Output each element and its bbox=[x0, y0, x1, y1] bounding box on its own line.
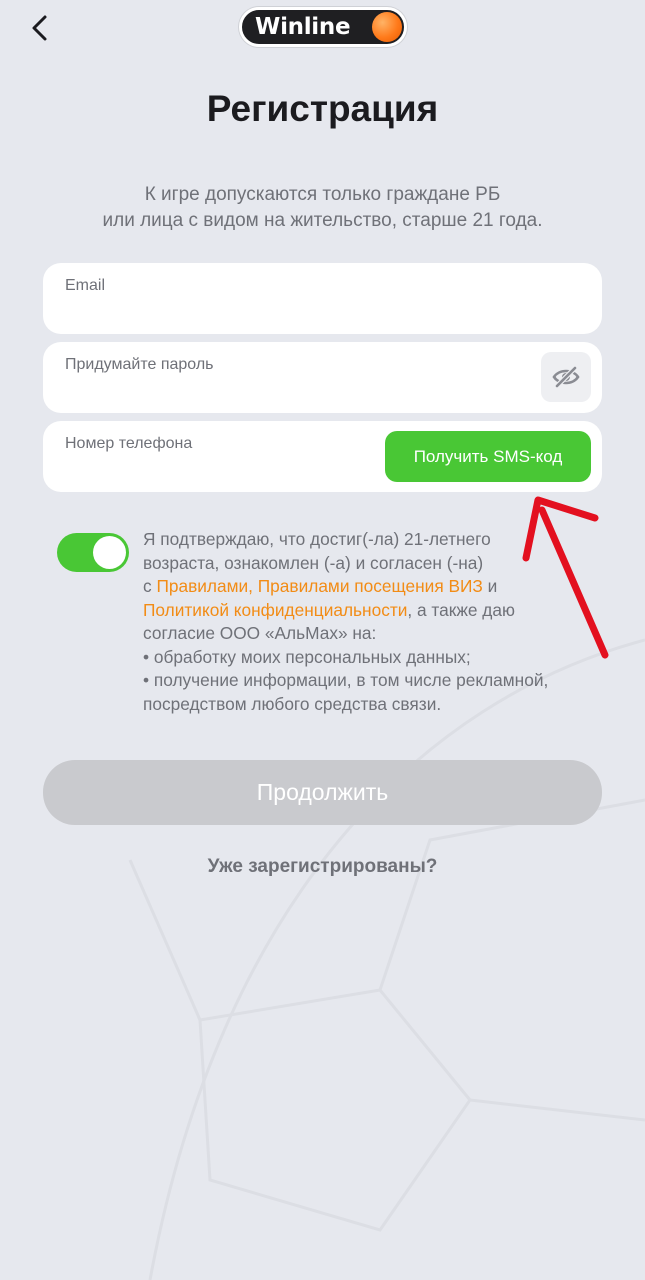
consent-line-3: с Правилами, Правилами посещения ВИЗ и bbox=[143, 575, 603, 599]
already-registered-link[interactable]: Уже зарегистрированы? bbox=[0, 856, 645, 878]
toggle-knob bbox=[93, 536, 126, 569]
page-subtitle: К игре допускаются только граждане РБ ил… bbox=[40, 182, 605, 234]
continue-button[interactable]: Продолжить bbox=[43, 760, 602, 825]
subtitle-line-2: или лица с видом на жительство, старше 2… bbox=[102, 210, 543, 231]
password-label: Придумайте пароль bbox=[65, 356, 214, 373]
orange-ball-icon bbox=[372, 12, 402, 42]
consent-line-8: посредством любого средства связи. bbox=[143, 693, 442, 714]
consent-line-5: согласие ООО «АльМах» на: bbox=[143, 623, 377, 643]
email-field[interactable]: Email bbox=[43, 263, 602, 334]
email-label: Email bbox=[65, 277, 106, 294]
consent-text: Я подтверждаю, что достиг(-ла) 21-летнег… bbox=[143, 528, 603, 716]
phone-label: Номер телефона bbox=[65, 435, 193, 452]
page-title: Регистрация bbox=[206, 88, 439, 129]
consent-line-4: Политикой конфиденциальности, а также да… bbox=[143, 599, 603, 623]
consent-line-6: • обработку моих персональных данных; bbox=[143, 646, 471, 667]
consent-line-7: • получение информации, в том числе рекл… bbox=[143, 670, 549, 690]
winline-logo: Winline bbox=[239, 7, 407, 47]
consent-line-2: возраста, ознакомлен (-а) и согласен (-н… bbox=[143, 552, 484, 573]
rules-link[interactable]: Правилами, Правилами посещения ВИЗ bbox=[156, 576, 482, 596]
consent-and: и bbox=[482, 576, 498, 596]
consent-also: , а также даю bbox=[407, 599, 515, 620]
consent-toggle[interactable] bbox=[57, 533, 129, 572]
subtitle-line-1: К игре допускаются только граждане РБ bbox=[144, 184, 501, 205]
back-button[interactable] bbox=[22, 10, 58, 46]
eye-slash-icon bbox=[552, 366, 580, 388]
password-visibility-toggle[interactable] bbox=[541, 352, 591, 402]
password-field[interactable]: Придумайте пароль bbox=[43, 342, 602, 413]
consent-line-1: Я подтверждаю, что достиг(-ла) 21-летнег… bbox=[143, 529, 491, 549]
phone-field[interactable]: Номер телефона Получить SMS-код bbox=[43, 421, 602, 492]
privacy-policy-link[interactable]: Политикой конфиденциальности bbox=[143, 600, 407, 620]
logo-text: Winline bbox=[255, 14, 351, 40]
consent-prefix: с bbox=[143, 576, 157, 596]
chevron-left-icon bbox=[32, 15, 47, 41]
